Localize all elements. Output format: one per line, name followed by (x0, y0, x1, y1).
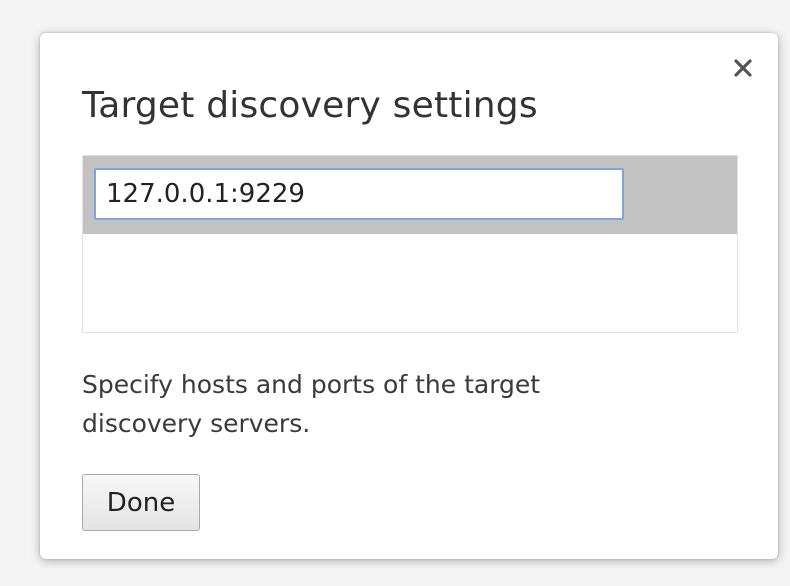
help-text: Specify hosts and ports of the target di… (82, 370, 541, 438)
page-backdrop: Target discovery settings Specify hosts … (0, 0, 790, 586)
host-list (82, 155, 738, 333)
done-button[interactable]: Done (82, 474, 200, 531)
close-icon (734, 59, 752, 77)
dialog-title: Target discovery settings (82, 85, 538, 126)
host-port-input[interactable] (94, 168, 624, 220)
host-list-empty-area[interactable] (83, 234, 737, 331)
target-discovery-dialog: Target discovery settings Specify hosts … (40, 33, 778, 559)
host-list-item-editing[interactable] (83, 156, 737, 234)
close-button[interactable] (730, 55, 756, 81)
